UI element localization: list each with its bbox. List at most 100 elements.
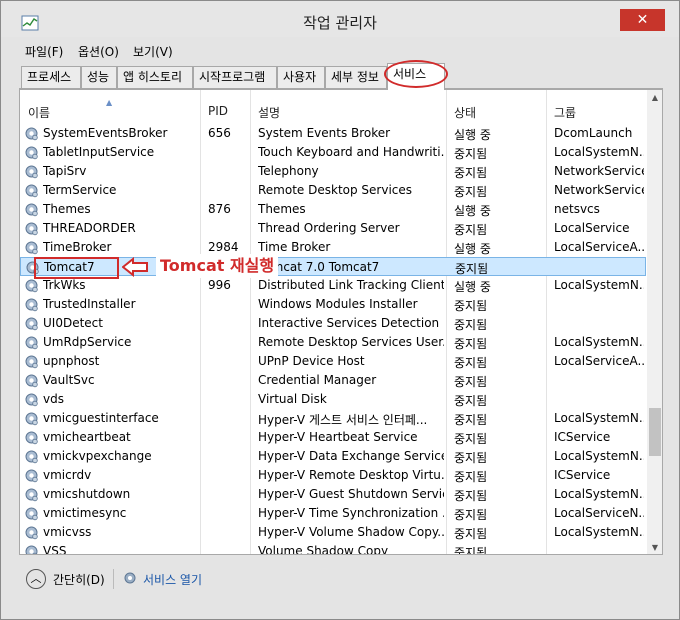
table-row[interactable]: UmRdpService Remote Desktop Services User… <box>20 333 646 352</box>
open-services-link[interactable]: 서비스 열기 <box>143 571 202 588</box>
column-description[interactable]: 설명 <box>258 104 280 121</box>
service-gear-icon <box>24 430 39 445</box>
service-description: Distributed Link Tracking Client <box>258 278 444 292</box>
table-row[interactable]: vmicheartbeat Hyper-V Heartbeat Service 중지… <box>20 428 646 447</box>
column-header: ▲ 이름 PID 설명 상태 그룹 <box>20 90 646 128</box>
table-row[interactable]: upnphost UPnP Device Host 중지됨 LocalServiceA… <box>20 352 646 371</box>
table-row[interactable]: VSS Volume Shadow Copy 중지됨 <box>20 542 646 555</box>
table-row[interactable]: vds Virtual Disk 중지됨 <box>20 390 646 409</box>
tab-performance[interactable]: 성능 <box>81 66 117 88</box>
table-row[interactable]: vmickvpexchange Hyper-V Data Exchange Ser… <box>20 447 646 466</box>
window-title: 작업 관리자 <box>303 14 377 32</box>
service-name: UI0Detect <box>43 316 103 330</box>
service-gear-icon <box>24 354 39 369</box>
column-group[interactable]: 그룹 <box>554 104 576 121</box>
service-description: Windows Modules Installer <box>258 297 418 311</box>
service-status: 중지됨 <box>455 262 489 276</box>
collapse-chevron-icon[interactable]: ︿ <box>26 569 46 589</box>
scroll-down-icon[interactable]: ▼ <box>647 540 662 554</box>
table-row[interactable]: TapiSrv Telephony 중지됨 NetworkService <box>20 162 646 181</box>
table-row[interactable]: VaultSvc Credential Manager 중지됨 <box>20 371 646 390</box>
table-row[interactable]: THREADORDER Thread Ordering Server 중지됨 Loca… <box>20 219 646 238</box>
title-bar[interactable]: 작업 관리자 ✕ <box>1 1 679 37</box>
menu-view[interactable]: 보기(V) <box>133 43 173 60</box>
table-row[interactable]: TabletInputService Touch Keyboard and Han… <box>20 143 646 162</box>
table-row[interactable]: vmicvss Hyper-V Volume Shadow Copy... 중지됨 L… <box>20 523 646 542</box>
table-row[interactable]: TermService Remote Desktop Services 중지됨 Net… <box>20 181 646 200</box>
service-status: 중지됨 <box>454 356 488 370</box>
service-gear-icon <box>24 449 39 464</box>
tab-app-history[interactable]: 앱 히스토리 <box>117 66 193 88</box>
service-name: vmicheartbeat <box>43 430 131 444</box>
service-status: 실행 중 <box>454 204 491 218</box>
service-status: 중지됨 <box>454 394 488 408</box>
table-row[interactable]: vmicrdv Hyper-V Remote Desktop Virtu... 중지… <box>20 466 646 485</box>
service-status: 중지됨 <box>454 489 488 503</box>
annotation-arrow-icon <box>122 257 148 277</box>
table-row[interactable]: TimeBroker 2984 Time Broker 실행 중 LocalServic… <box>20 238 646 257</box>
service-description: Hyper-V Guest Shutdown Service <box>258 487 444 501</box>
service-gear-icon <box>24 468 39 483</box>
tab-details[interactable]: 세부 정보 <box>325 66 387 88</box>
service-description: Virtual Disk <box>258 392 327 406</box>
tab-bar: 프로세스 성능 앱 히스토리 시작프로그램 사용자 세부 정보 서비스 <box>19 63 663 90</box>
service-gear-icon <box>24 335 39 350</box>
service-pid: 996 <box>208 278 231 292</box>
service-group: netsvcs <box>554 202 600 216</box>
close-button[interactable]: ✕ <box>620 9 665 31</box>
service-name: VaultSvc <box>43 373 95 387</box>
tab-processes[interactable]: 프로세스 <box>21 66 81 88</box>
collapse-button[interactable]: 간단히(D) <box>53 571 105 588</box>
table-row[interactable]: vmicguestinterface Hyper-V 게스트 서비스 인터페...… <box>20 409 646 428</box>
table-row[interactable]: Themes 876 Themes 실행 중 netsvcs <box>20 200 646 219</box>
service-name: vmicvss <box>43 525 92 539</box>
scroll-up-icon[interactable]: ▲ <box>647 90 662 106</box>
service-description: Themes <box>258 202 306 216</box>
menu-options[interactable]: 옵션(O) <box>78 43 119 60</box>
service-gear-icon <box>24 202 39 217</box>
service-status: 중지됨 <box>454 185 488 199</box>
service-description: Remote Desktop Services <box>258 183 413 197</box>
table-row[interactable]: UI0Detect Interactive Services Detection 중… <box>20 314 646 333</box>
service-group: LocalSystemN... <box>554 335 644 349</box>
service-group: LocalSystemN... <box>554 278 644 292</box>
service-description: Hyper-V Time Synchronization ... <box>258 506 444 520</box>
service-name: VSS <box>43 544 67 555</box>
service-status: 중지됨 <box>454 527 488 541</box>
service-description: Touch Keyboard and Handwriti... <box>258 145 444 159</box>
tab-startup[interactable]: 시작프로그램 <box>193 66 277 88</box>
service-description: Hyper-V Data Exchange Service <box>258 449 444 463</box>
service-description: Remote Desktop Services User... <box>258 335 444 349</box>
tab-services[interactable]: 서비스 <box>387 63 445 90</box>
footer-bar: ︿ 간단히(D) 서비스 열기 <box>19 557 663 601</box>
table-row[interactable]: vmictimesync Hyper-V Time Synchronization… <box>20 504 646 523</box>
table-row[interactable]: TrustedInstaller Windows Modules Installe… <box>20 295 646 314</box>
service-name: vmickvpexchange <box>43 449 152 463</box>
service-group: LocalSystemN... <box>554 411 644 425</box>
service-status: 중지됨 <box>454 546 488 555</box>
service-status: 실행 중 <box>454 128 491 142</box>
vertical-scrollbar[interactable]: ▲ ▼ <box>647 90 662 554</box>
column-name[interactable]: 이름 <box>28 104 50 121</box>
table-row[interactable]: vmicshutdown Hyper-V Guest Shutdown Servi… <box>20 485 646 504</box>
column-pid[interactable]: PID <box>208 104 228 118</box>
service-group: LocalServiceA... <box>554 240 644 254</box>
service-group: NetworkService <box>554 164 644 178</box>
service-status: 중지됨 <box>454 147 488 161</box>
service-status: 중지됨 <box>454 166 488 180</box>
scroll-thumb[interactable] <box>649 408 661 456</box>
service-group: LocalSystemN... <box>554 525 644 539</box>
annotation-highlight-box <box>34 257 119 279</box>
service-gear-icon <box>24 145 39 160</box>
service-name: SystemEventsBroker <box>43 126 168 140</box>
tab-users[interactable]: 사용자 <box>277 66 325 88</box>
service-description: Volume Shadow Copy <box>258 544 389 555</box>
service-gear-icon <box>24 373 39 388</box>
service-group: LocalSystemN... <box>554 449 644 463</box>
service-status: 중지됨 <box>454 470 488 484</box>
menu-file[interactable]: 파일(F) <box>25 43 63 60</box>
column-status[interactable]: 상태 <box>454 104 476 121</box>
service-status: 중지됨 <box>454 432 488 446</box>
table-row[interactable]: SystemEventsBroker 656 System Events Broke… <box>20 124 646 143</box>
annotation-label: Tomcat 재실행 <box>156 254 279 278</box>
